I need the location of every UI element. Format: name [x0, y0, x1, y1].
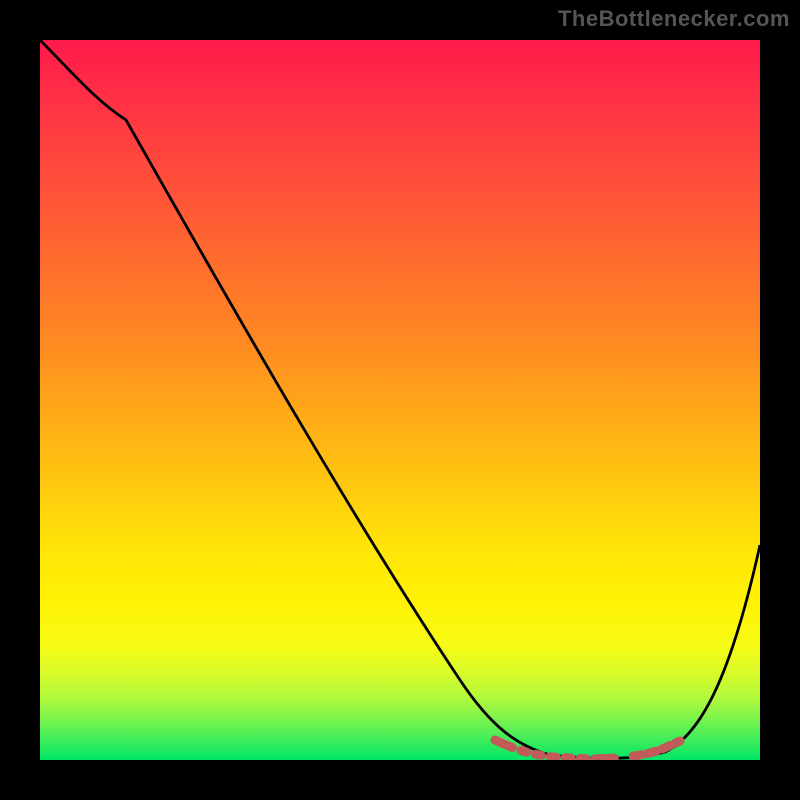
plot-area	[40, 40, 760, 760]
chart-frame: TheBottlenecker.com	[0, 0, 800, 800]
chart-svg	[40, 40, 760, 760]
watermark-text: TheBottlenecker.com	[558, 6, 790, 32]
bottleneck-curve-line	[40, 40, 760, 758]
